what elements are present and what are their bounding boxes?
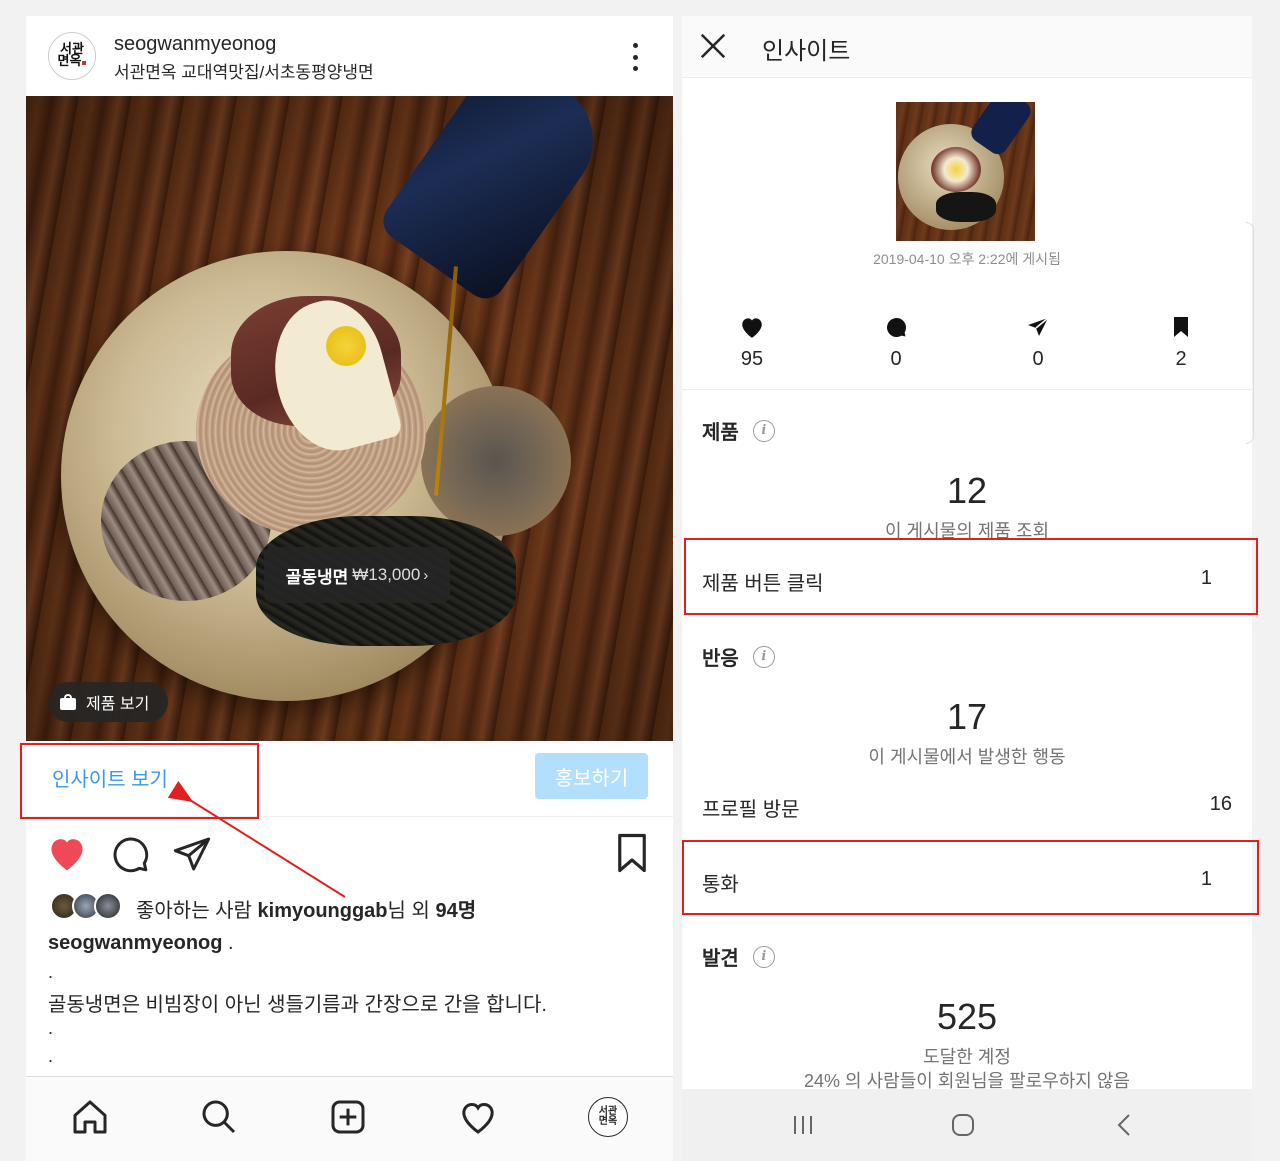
profile-visits-label: 프로필 방문 — [702, 799, 800, 821]
product-button-clicks-row: 제품 버튼 클릭 1 — [702, 567, 1232, 597]
interactions-section-title: 반응 i — [702, 642, 775, 671]
calls-row: 통화 1 — [702, 868, 1232, 898]
caption-username[interactable]: seogwanmyeonog — [48, 932, 222, 954]
recent-apps-icon[interactable] — [790, 1109, 816, 1141]
like-heart-icon[interactable] — [46, 834, 88, 872]
profile-avatar-icon[interactable]: 서관 면옥 — [586, 1095, 630, 1139]
interactions-info-icon[interactable]: i — [752, 645, 775, 668]
engagement-stats: 95 0 0 2 — [682, 314, 1252, 390]
reach-label: 도달한 계정 — [923, 1047, 1011, 1067]
insights-title: 인사이트 — [762, 38, 851, 65]
more-options-icon[interactable] — [626, 40, 644, 74]
interactions-label: 이 게시물에서 발생한 행동 — [868, 747, 1066, 767]
discovery-info-icon[interactable]: i — [752, 945, 775, 968]
post-header: 서관 면옥 seogwanmyeonog 서관면옥 교대역맛집/서초동평양냉면 — [26, 16, 673, 96]
search-icon[interactable] — [197, 1095, 241, 1139]
egg-garnish — [316, 321, 376, 371]
caption-dot: . — [48, 1046, 54, 1066]
likes-text[interactable]: 좋아하는 사람 kimyounggab님 외 94명 — [136, 894, 476, 923]
heart-icon — [742, 318, 762, 338]
product-views-label: 이 게시물의 제품 조회 — [884, 521, 1050, 541]
product-tag-name: 골동냉면 — [285, 567, 349, 587]
calls-label: 통화 — [702, 874, 739, 896]
promote-button[interactable]: 홍보하기 — [535, 753, 648, 799]
post-location[interactable]: 서관면옥 교대역맛집/서초동평양냉면 — [114, 58, 374, 83]
bookmark-icon — [1174, 317, 1188, 337]
liker-avatar — [94, 892, 122, 920]
stat-shares-value: 0 — [1032, 348, 1044, 370]
profile-logo: 서관 면옥 — [588, 1097, 628, 1137]
bottom-navigation: 서관 면옥 — [26, 1076, 673, 1161]
stat-likes-value: 95 — [740, 348, 764, 370]
bookmark-icon[interactable] — [614, 832, 650, 874]
product-tag-price: ₩13,000 — [352, 565, 421, 584]
stat-comments-value: 0 — [890, 348, 902, 370]
stat-likes: 95 — [712, 314, 792, 371]
interactions-title: 반응 — [702, 648, 739, 670]
home-icon[interactable] — [68, 1095, 112, 1139]
liker-username[interactable]: kimyounggab — [258, 900, 388, 922]
caption-text: 골동냉면은 비빔장이 아닌 생들기름과 간장으로 간을 합니다. — [48, 994, 547, 1016]
likes-prefix: 좋아하는 사람 — [136, 900, 258, 922]
insights-panel: 인사이트 2019-04-10 오후 2:22에 게시됨 95 0 0 2 제품… — [682, 16, 1252, 1161]
insights-header: 인사이트 — [682, 16, 1252, 78]
instagram-post-panel: 서관 면옥 seogwanmyeonog 서관면옥 교대역맛집/서초동평양냉면 골… — [26, 16, 673, 1161]
product-views-total: 12 — [946, 470, 988, 511]
post-photo[interactable]: 골동냉면 ₩13,000 › 제품 보기 — [26, 96, 673, 741]
reach-total: 525 — [936, 996, 998, 1037]
scroll-edge-handle[interactable] — [1246, 222, 1254, 444]
system-navigation-bar — [682, 1089, 1252, 1161]
products-title: 제품 — [702, 422, 739, 444]
add-post-icon[interactable] — [326, 1095, 370, 1139]
share-paper-plane-icon — [1028, 317, 1049, 336]
caption-dot: . — [48, 962, 54, 982]
interactions-total: 17 — [946, 696, 988, 737]
chevron-right-icon: › — [423, 566, 429, 584]
comment-icon[interactable] — [110, 834, 150, 874]
products-section-title: 제품 i — [702, 416, 775, 445]
comment-icon — [887, 318, 907, 338]
post-thumbnail[interactable] — [896, 102, 1035, 241]
view-products-label: 제품 보기 — [86, 696, 150, 713]
product-button-clicks-value: 1 — [1200, 567, 1212, 589]
product-tag[interactable]: 골동냉면 ₩13,000 › — [264, 547, 450, 603]
profile-visits-value: 16 — [1209, 793, 1232, 815]
stat-shares: 0 — [998, 314, 1078, 371]
likes-middle: 님 외 — [387, 900, 436, 922]
insight-row: 인사이트 보기 홍보하기 — [26, 741, 673, 817]
thumb-food — [931, 147, 981, 192]
thumb-seaweed — [936, 192, 996, 222]
view-products-button[interactable]: 제품 보기 — [48, 682, 168, 722]
product-button-clicks-label: 제품 버튼 클릭 — [702, 573, 824, 595]
account-username[interactable]: seogwanmyeonog — [114, 33, 276, 56]
discovery-title: 발견 — [702, 948, 739, 970]
close-icon[interactable] — [698, 31, 728, 61]
back-icon[interactable] — [1112, 1109, 1138, 1141]
account-avatar[interactable]: 서관 면옥 — [48, 32, 96, 80]
oil-bottle — [375, 96, 617, 307]
home-button-icon[interactable] — [950, 1109, 976, 1141]
products-info-icon[interactable]: i — [752, 419, 775, 442]
liker-avatars[interactable] — [50, 892, 126, 920]
likes-count[interactable]: 94명 — [435, 900, 476, 922]
caption-dot: . — [48, 1018, 54, 1038]
caption-suffix: . — [222, 932, 234, 954]
discovery-section-title: 발견 i — [702, 942, 775, 971]
shopping-bag-icon — [60, 694, 76, 710]
stat-comments: 0 — [856, 314, 936, 371]
profile-visits-row: 프로필 방문 16 — [702, 793, 1232, 823]
calls-value: 1 — [1200, 868, 1212, 890]
likes-summary: 좋아하는 사람 kimyounggab님 외 94명 — [26, 888, 673, 924]
view-insights-link[interactable]: 인사이트 보기 — [52, 763, 168, 792]
post-timestamp: 2019-04-10 오후 2:22에 게시됨 — [873, 251, 1061, 267]
screenshot-stage: 서관 면옥 seogwanmyeonog 서관면옥 교대역맛집/서초동평양냉면 골… — [0, 0, 1280, 1161]
caption-header: seogwanmyeonog . — [48, 932, 234, 955]
restaurant-logo: 서관 면옥 — [58, 43, 87, 68]
stat-saves-value: 2 — [1175, 348, 1187, 370]
activity-heart-icon[interactable] — [456, 1095, 500, 1139]
stat-saves: 2 — [1141, 314, 1221, 371]
post-actions — [26, 824, 673, 884]
share-paper-plane-icon[interactable] — [172, 834, 212, 874]
